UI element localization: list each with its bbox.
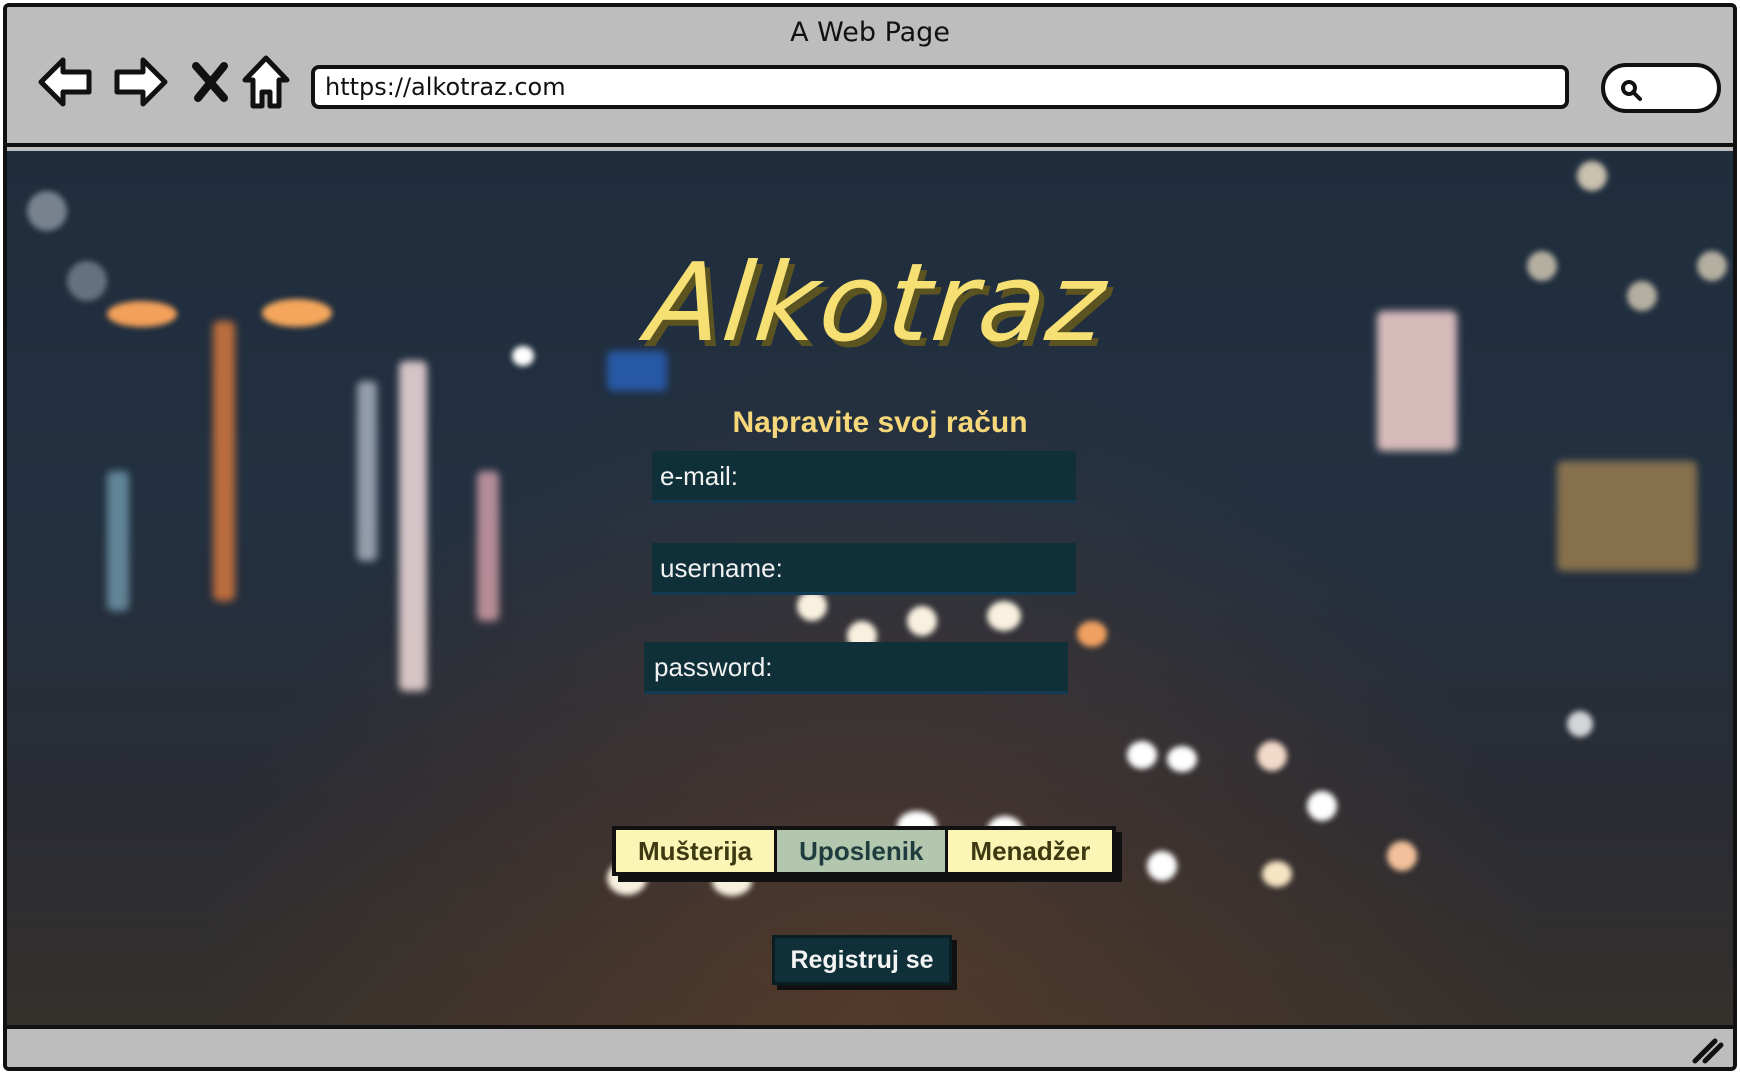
role-option-menadzer[interactable]: Menadžer <box>948 830 1113 872</box>
page-subtitle: Napravite svoj račun <box>732 406 1028 439</box>
forward-button[interactable] <box>105 47 175 117</box>
home-button[interactable] <box>231 47 301 117</box>
browser-toolbar: A Web Page https://alkotraz.com <box>7 7 1733 147</box>
signup-form: Alkotraz Napravite svoj račun e-mail: us… <box>7 151 1733 1025</box>
back-button[interactable] <box>31 47 101 117</box>
email-field[interactable]: e-mail: <box>652 451 1076 503</box>
role-selector: Mušterija Uposlenik Menadžer <box>612 826 1117 876</box>
browser-statusbar <box>7 1025 1733 1067</box>
username-field[interactable]: username: <box>652 543 1076 595</box>
role-option-musterija[interactable]: Mušterija <box>616 830 778 872</box>
logo: Alkotraz <box>641 241 1113 366</box>
arrow-left-icon <box>38 57 92 107</box>
search-icon <box>1621 80 1642 101</box>
page-viewport: Alkotraz Napravite svoj račun e-mail: us… <box>7 151 1733 1025</box>
search-box[interactable] <box>1601 63 1721 113</box>
browser-window: A Web Page https://alkotraz.com Alkotraz… <box>3 3 1737 1071</box>
address-bar[interactable]: https://alkotraz.com <box>311 65 1569 109</box>
window-title: A Web Page <box>790 17 950 48</box>
password-field[interactable]: password: <box>644 642 1068 694</box>
register-button[interactable]: Registruj se <box>772 935 952 985</box>
close-icon <box>192 62 228 102</box>
role-option-uposlenik[interactable]: Uposlenik <box>777 830 949 872</box>
home-icon <box>242 55 290 109</box>
resize-grip-icon[interactable] <box>1689 1035 1725 1065</box>
arrow-right-icon <box>114 57 168 107</box>
